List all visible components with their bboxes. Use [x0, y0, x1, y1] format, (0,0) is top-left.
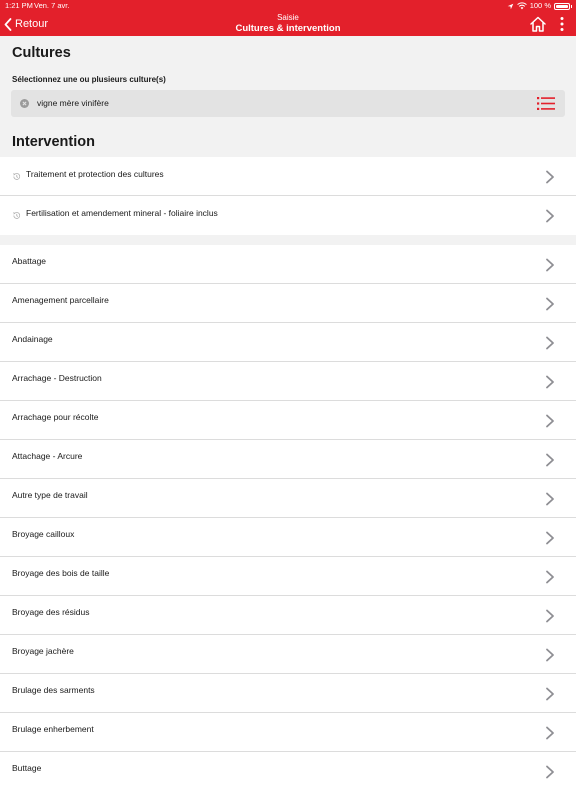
- intervention-row[interactable]: Arrachage pour récolte: [0, 401, 576, 440]
- chevron-right-icon: [546, 726, 554, 740]
- status-time: 1:21 PM: [5, 1, 33, 10]
- intervention-row[interactable]: Abattage: [0, 245, 576, 284]
- intervention-label: Broyage des bois de taille: [12, 568, 110, 578]
- recent-intervention-row[interactable]: Traitement et protection des cultures: [0, 157, 576, 196]
- intervention-row[interactable]: Brulage enherbement: [0, 713, 576, 752]
- chevron-right-icon: [546, 570, 554, 584]
- intervention-row[interactable]: Buttage: [0, 752, 576, 791]
- recent-interventions-list: Traitement et protection des cultures Fer…: [0, 157, 576, 235]
- intervention-label: Traitement et protection des cultures: [26, 169, 164, 179]
- intervention-label: Fertilisation et amendement mineral - fo…: [26, 208, 218, 218]
- intervention-row[interactable]: Broyage des résidus: [0, 596, 576, 635]
- chevron-right-icon: [546, 209, 554, 223]
- interventions-list: Abattage Amenagement parcellaire Andainage…: [0, 245, 576, 791]
- intervention-label: Abattage: [12, 256, 47, 266]
- intervention-row[interactable]: Broyage jachère: [0, 635, 576, 674]
- culture-chip-label: vigne mère vinifère: [37, 98, 109, 108]
- intervention-label: Broyage des résidus: [12, 607, 90, 617]
- cultures-select-label: Sélectionnez une ou plusieurs culture(s): [12, 75, 166, 84]
- intervention-label: Broyage cailloux: [12, 529, 75, 539]
- battery-icon: [554, 2, 572, 10]
- intervention-row[interactable]: Broyage des bois de taille: [0, 557, 576, 596]
- intervention-row[interactable]: Brulage des sarments: [0, 674, 576, 713]
- intervention-row[interactable]: Arrachage - Destruction: [0, 362, 576, 401]
- wifi-icon: [516, 2, 527, 10]
- status-indicators: 100 %: [507, 0, 572, 12]
- intervention-label: Andainage: [12, 334, 53, 344]
- intervention-row[interactable]: Attachage - Arcure: [0, 440, 576, 479]
- chevron-right-icon: [546, 648, 554, 662]
- intervention-label: Arrachage - Destruction: [12, 373, 102, 383]
- location-arrow-icon: [507, 3, 514, 9]
- culture-selector[interactable]: vigne mère vinifère: [11, 90, 565, 117]
- app-header: 1:21 PM Ven. 7 avr. 100 % Retour Saisie …: [0, 0, 576, 36]
- chevron-right-icon: [546, 375, 554, 389]
- page-title: Cultures & intervention: [235, 23, 341, 34]
- home-icon[interactable]: [529, 15, 547, 33]
- back-button[interactable]: Retour: [4, 14, 48, 34]
- intervention-label: Brulage des sarments: [12, 685, 95, 695]
- intervention-row[interactable]: Broyage cailloux: [0, 518, 576, 557]
- recent-intervention-row[interactable]: Fertilisation et amendement mineral - fo…: [0, 196, 576, 235]
- battery-percent: 100 %: [529, 1, 551, 10]
- back-label: Retour: [15, 18, 49, 30]
- back-chevron-icon: [4, 17, 12, 31]
- chevron-right-icon: [546, 687, 554, 701]
- header-titles: Saisie Cultures & intervention: [188, 13, 388, 35]
- intervention-label: Amenagement parcellaire: [12, 295, 109, 305]
- intervention-label: Buttage: [12, 763, 42, 773]
- remove-chip-icon[interactable]: [20, 99, 29, 108]
- intervention-label: Autre type de travail: [12, 490, 88, 500]
- intervention-title: Intervention: [12, 134, 95, 150]
- chevron-right-icon: [546, 609, 554, 623]
- intervention-label: Arrachage pour récolte: [12, 412, 99, 422]
- cultures-title: Cultures: [12, 45, 71, 61]
- history-icon: [13, 212, 21, 219]
- status-bar: 1:21 PM Ven. 7 avr. 100 %: [0, 0, 576, 12]
- chevron-right-icon: [546, 297, 554, 311]
- chevron-right-icon: [546, 765, 554, 779]
- list-icon[interactable]: [537, 96, 555, 111]
- intervention-label: Brulage enherbement: [12, 724, 94, 734]
- chevron-right-icon: [546, 492, 554, 506]
- intervention-row[interactable]: Amenagement parcellaire: [0, 284, 576, 323]
- chevron-right-icon: [546, 258, 554, 272]
- intervention-row[interactable]: Andainage: [0, 323, 576, 362]
- chevron-right-icon: [546, 531, 554, 545]
- intervention-label: Attachage - Arcure: [12, 451, 83, 461]
- intervention-row[interactable]: Autre type de travail: [0, 479, 576, 518]
- chevron-right-icon: [546, 336, 554, 350]
- status-date: Ven. 7 avr.: [34, 1, 70, 10]
- intervention-label: Broyage jachère: [12, 646, 74, 656]
- chevron-right-icon: [546, 453, 554, 467]
- more-vertical-icon[interactable]: [556, 15, 568, 33]
- header-supertitle: Saisie: [277, 13, 299, 22]
- chevron-right-icon: [546, 414, 554, 428]
- chevron-right-icon: [546, 170, 554, 184]
- history-icon: [13, 173, 21, 180]
